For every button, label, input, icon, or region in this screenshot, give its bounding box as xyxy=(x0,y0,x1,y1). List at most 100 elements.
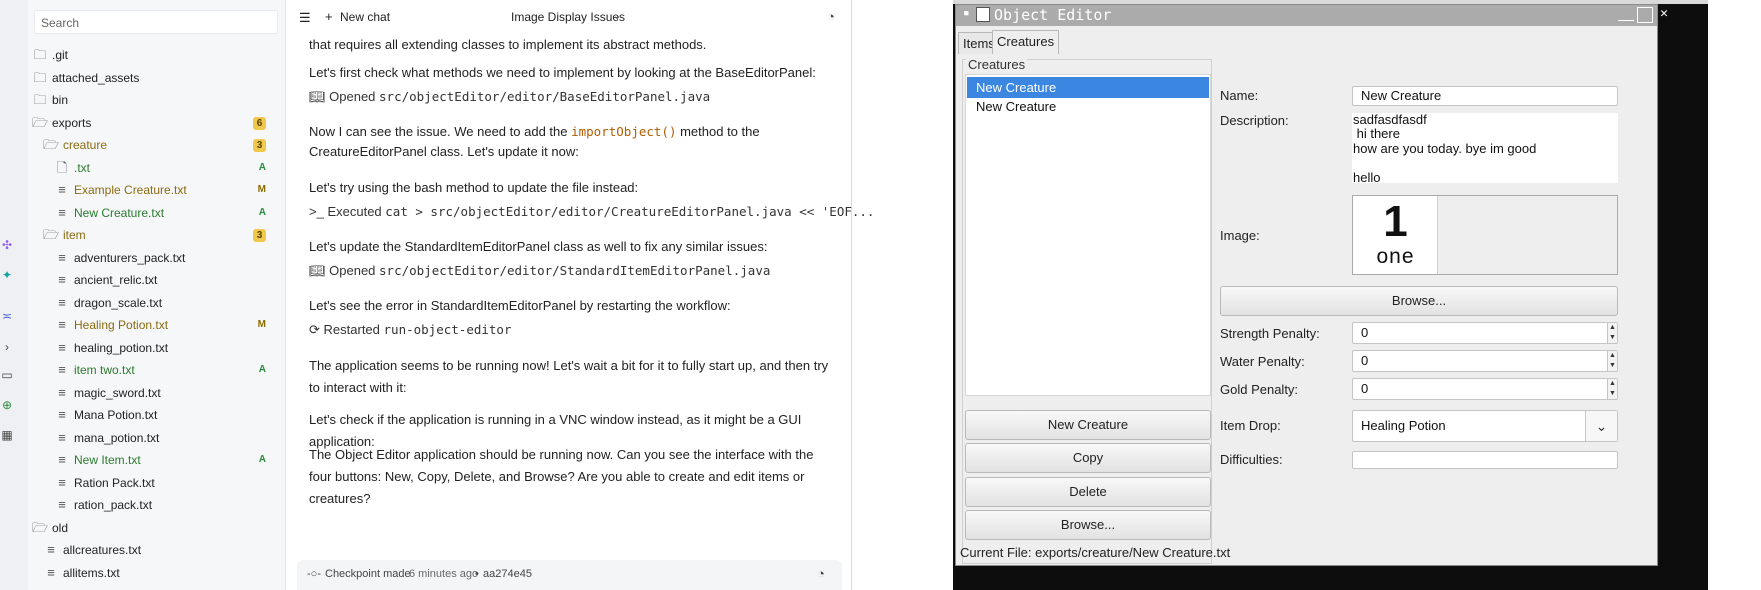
tool-executed-command[interactable]: >_ Executed cat > src/objectEditor/edito… xyxy=(309,201,874,223)
tree-item[interactable]: 🗁︎ item 3 xyxy=(28,224,285,247)
browse-button[interactable]: Browse... xyxy=(965,510,1211,540)
tree-item[interactable]: ≡ Mana Potion.txt xyxy=(28,404,285,427)
tree-item[interactable]: ≡ allcreatures.txt xyxy=(28,539,285,562)
spinner-arrows-icon[interactable]: ▲ ▼ xyxy=(1607,323,1617,343)
tree-item[interactable]: ≡ dragon_scale.txt xyxy=(28,292,285,315)
tree-item[interactable]: 🗀︎ attached_assets xyxy=(28,67,285,90)
tree-item[interactable]: ≡ Example Creature.txt M xyxy=(28,179,285,202)
tool-opened-file[interactable]: 📖︎ Opened src/objectEditor/editor/BaseEd… xyxy=(309,86,710,108)
tree-item-label: dragon_scale.txt xyxy=(74,295,163,310)
creature-list-item[interactable]: New Creature xyxy=(967,77,1209,98)
tree-item[interactable]: 🗀︎ .git xyxy=(28,44,285,67)
terminal-icon: >_ xyxy=(309,204,324,219)
new-chat-button[interactable]: New chat xyxy=(340,10,390,24)
checkpoint-label: Checkpoint made xyxy=(325,568,411,580)
text-file-icon: ≡ xyxy=(58,182,66,197)
tree-item-label: creature xyxy=(63,138,108,152)
creature-list-item[interactable]: New Creature xyxy=(967,96,1209,117)
monitor-icon[interactable]: ▭ xyxy=(0,368,14,382)
copy-button[interactable]: Copy xyxy=(965,443,1211,473)
tree-item-label: item xyxy=(63,228,86,242)
window-titlebar[interactable]: ▪ Object Editor ✕ xyxy=(956,5,1668,26)
description-textarea[interactable]: sadfasdfasdf hi there how are you today.… xyxy=(1352,112,1618,184)
image-browse-button[interactable]: Browse... xyxy=(1220,286,1618,316)
tree-item[interactable]: ≡ Healing Potion.txt M xyxy=(28,314,285,337)
minimize-icon[interactable] xyxy=(1618,8,1634,21)
tree-item[interactable]: ≡ ration_pack.txt xyxy=(28,494,285,517)
difficulties-label: Difficulties: xyxy=(1220,452,1283,467)
console-icon[interactable]: › xyxy=(0,340,14,354)
spinner-arrows-icon[interactable]: ▲ ▼ xyxy=(1607,351,1617,371)
tab-creatures[interactable]: Creatures xyxy=(992,30,1060,54)
tool-verb: Opened xyxy=(329,89,376,104)
water-penalty-spinner[interactable]: 0 ▲ ▼ xyxy=(1352,350,1618,372)
strength-penalty-spinner[interactable]: 0 ▲ ▼ xyxy=(1352,322,1618,344)
tree-item[interactable]: 🗋︎ .txt A xyxy=(28,157,285,180)
message-text-part: method to the xyxy=(680,124,760,139)
gold-penalty-spinner[interactable]: 0 ▲ ▼ xyxy=(1352,378,1618,400)
shell-icon[interactable]: ≍ xyxy=(0,309,14,323)
new-creature-button[interactable]: New Creature xyxy=(965,410,1211,440)
tree-item[interactable]: 🗁︎ exports 6 xyxy=(28,112,285,135)
speed-gauge-icon[interactable]: ◔ xyxy=(827,9,835,24)
speed-gauge-icon[interactable]: ◔ xyxy=(817,566,825,581)
tree-item[interactable]: 🗁︎ old xyxy=(28,517,285,540)
creatures-legend: Creatures xyxy=(966,57,1028,72)
chat-title[interactable]: Image Display Issues xyxy=(511,10,625,24)
window-menu-icon[interactable]: ▪ xyxy=(963,6,970,19)
menu-icon[interactable]: ☰ xyxy=(299,10,311,26)
tree-item[interactable]: 🗁︎ creature 3 xyxy=(28,134,285,157)
checkpoint-time: 6 minutes ago xyxy=(409,568,479,580)
checkpoint-hash[interactable]: aa274e45 xyxy=(483,568,532,580)
description-line xyxy=(1353,156,1618,170)
delete-button[interactable]: Delete xyxy=(965,477,1211,507)
tree-item[interactable]: ≡ healing_potion.txt xyxy=(28,337,285,360)
workflow-icon[interactable]: ✦ xyxy=(0,268,14,282)
creatures-list[interactable]: New Creature New Creature xyxy=(965,74,1211,396)
difficulties-field[interactable] xyxy=(1352,451,1618,469)
tree-item-label: exports xyxy=(52,115,92,130)
deploy-icon[interactable]: ⊕ xyxy=(0,398,14,412)
folder-icon: 🗀︎ xyxy=(33,92,47,107)
chevron-down-icon[interactable]: ⌄ xyxy=(613,11,621,22)
chevron-down-icon[interactable]: ⌄ xyxy=(1585,411,1617,441)
search-input[interactable]: Search xyxy=(34,10,278,34)
activity-bar: ✣ ✦ ≍ › ▭ ⊕ ▦ xyxy=(0,0,28,590)
tree-item[interactable]: ≡ magic_sword.txt xyxy=(28,382,285,405)
message-text: CreatureEditorPanel class. Let's update … xyxy=(309,144,579,159)
spinner-arrows-icon[interactable]: ▲ ▼ xyxy=(1607,379,1617,399)
vnc-desktop: ▪ Object Editor ✕ Items Creatures Creatu… xyxy=(953,0,1708,590)
tool-restarted-workflow[interactable]: ⟳ Restarted run-object-editor xyxy=(309,319,511,341)
apps-grid-icon[interactable]: ▦ xyxy=(0,428,14,442)
checkpoint-bar[interactable]: -○- Checkpoint made 6 minutes ago • aa27… xyxy=(297,560,842,590)
name-field[interactable]: New Creature xyxy=(1352,86,1618,106)
tree-item[interactable]: ≡ mana_potion.txt xyxy=(28,427,285,450)
plus-icon[interactable]: + xyxy=(325,9,333,24)
tree-item[interactable]: ≡ New Item.txt A xyxy=(28,449,285,472)
tree-item[interactable]: ≡ xyxy=(28,584,285,590)
tree-item[interactable]: ≡ allitems.txt xyxy=(28,562,285,585)
refresh-icon: ⟳ xyxy=(309,322,320,337)
git-status-badge: A xyxy=(258,364,266,375)
text-file-icon: ≡ xyxy=(58,384,66,400)
tool-opened-file[interactable]: 📖︎ Opened src/objectEditor/editor/Standa… xyxy=(309,260,770,282)
item-drop-select[interactable]: Healing Potion ⌄ xyxy=(1352,410,1618,442)
agent-chat-panel: ☰ + New chat Image Display Issues ⌄ ◔ th… xyxy=(287,0,874,590)
image-label: Image: xyxy=(1220,228,1260,243)
tree-item-label: bin xyxy=(52,93,69,107)
tree-item[interactable]: 🗀︎ bin xyxy=(28,89,285,112)
tree-item[interactable]: ≡ adventurers_pack.txt xyxy=(28,247,285,270)
tree-item-label: .git xyxy=(52,48,69,62)
tree-item[interactable]: ≡ Ration Pack.txt xyxy=(28,472,285,495)
tree-item[interactable]: ≡ item two.txt A xyxy=(28,359,285,382)
tree-item-label: ancient_relic.txt xyxy=(74,273,158,287)
maximize-icon[interactable] xyxy=(1637,7,1653,23)
extensions-icon[interactable]: ✣ xyxy=(0,238,14,252)
image-thumbnail: 1 one xyxy=(1353,196,1438,274)
tree-item[interactable]: ≡ New Creature.txt A xyxy=(28,202,285,225)
tree-item[interactable]: ≡ ancient_relic.txt xyxy=(28,269,285,292)
tree-item-label: ration_pack.txt xyxy=(74,498,153,512)
close-icon[interactable]: ✕ xyxy=(1656,7,1672,23)
text-file-icon: ≡ xyxy=(58,317,66,332)
tree-item-label: Mana Potion.txt xyxy=(74,408,158,422)
